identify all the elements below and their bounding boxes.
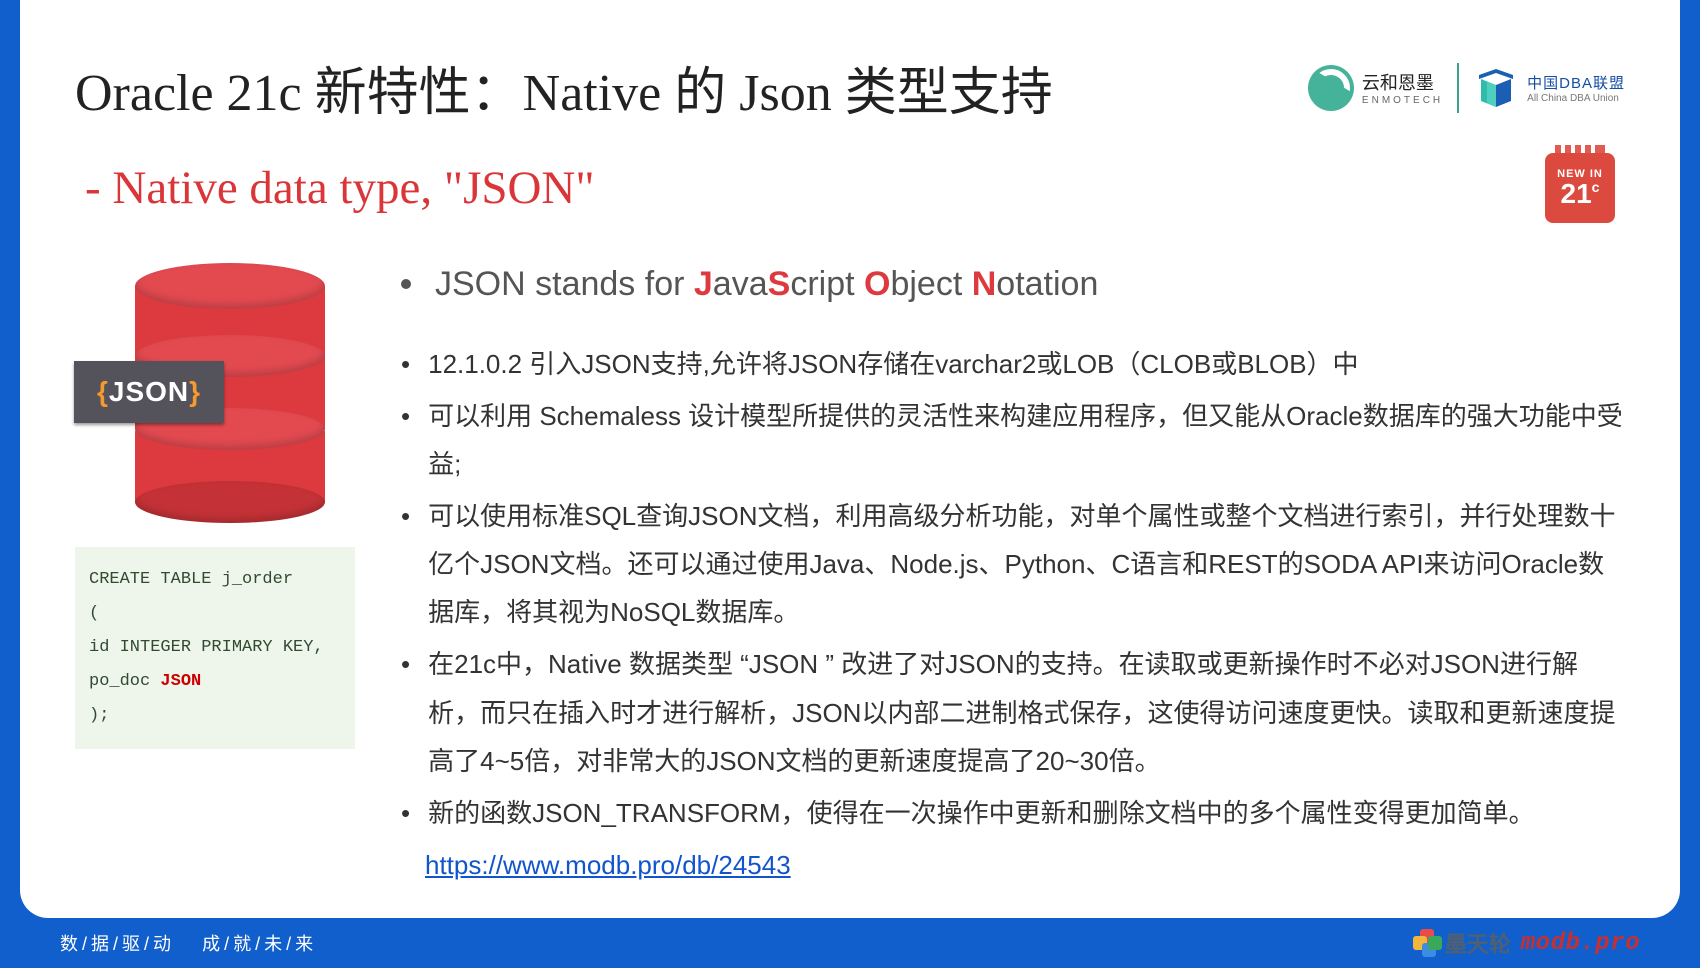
enmotech-icon bbox=[1308, 65, 1354, 111]
modb-url: modb.pro bbox=[1521, 930, 1640, 957]
code-line-4: po_doc JSON bbox=[89, 665, 341, 699]
bullet-item: 12.1.0.2 引入JSON支持,允许将JSON存储在varchar2或LOB… bbox=[395, 340, 1625, 388]
left-column: {JSON} CREATE TABLE j_order ( id INTEGER… bbox=[75, 253, 355, 889]
logo-separator bbox=[1457, 63, 1459, 113]
footer-slogan: 数/据/驱/动 成/就/未/来 bbox=[60, 930, 314, 956]
badge-version: 21c bbox=[1561, 180, 1600, 208]
reference-link[interactable]: https://www.modb.pro/db/24543 bbox=[425, 850, 791, 880]
code-line-5: ); bbox=[89, 699, 341, 733]
enmotech-en: ENMOTECH bbox=[1362, 95, 1443, 106]
motianlun-text: 墨天轮 bbox=[1445, 927, 1511, 959]
motianlun-logo: 墨天轮 bbox=[1413, 927, 1511, 959]
code-line-2: ( bbox=[89, 597, 341, 631]
slide-title: Oracle 21c 新特性：Native 的 Json 类型支持 bbox=[75, 50, 1053, 125]
bullet-item: 在21c中，Native 数据类型 “JSON ” 改进了对JSON的支持。在读… bbox=[395, 640, 1625, 784]
code-line-1: CREATE TABLE j_order bbox=[89, 563, 341, 597]
bullet-item: 新的函数JSON_TRANSFORM，使得在一次操作中更新和删除文档中的多个属性… bbox=[395, 789, 1625, 837]
dba-union-icon bbox=[1473, 65, 1519, 111]
lead-bullet: JSON stands for JavaScript Object Notati… bbox=[395, 253, 1625, 316]
slide: Oracle 21c 新特性：Native 的 Json 类型支持 云和恩墨 E… bbox=[20, 0, 1680, 918]
footer-brand: 墨天轮 modb.pro bbox=[1413, 927, 1640, 959]
subtitle-row: - Native data type, "JSON" NEW IN 21c bbox=[75, 153, 1625, 223]
enmotech-logo: 云和恩墨 ENMOTECH bbox=[1308, 65, 1443, 111]
slide-subtitle: - Native data type, "JSON" bbox=[85, 161, 595, 215]
dba-union-text: 中国DBA联盟 All China DBA Union bbox=[1527, 72, 1625, 104]
footer: 数/据/驱/动 成/就/未/来 墨天轮 modb.pro bbox=[0, 918, 1700, 968]
enmotech-text: 云和恩墨 ENMOTECH bbox=[1362, 69, 1443, 106]
right-column: JSON stands for JavaScript Object Notati… bbox=[395, 253, 1625, 889]
code-line-3: id INTEGER PRIMARY KEY, bbox=[89, 631, 341, 665]
motianlun-icon bbox=[1413, 929, 1441, 957]
new-in-21c-badge: NEW IN 21c bbox=[1545, 153, 1615, 223]
dba-cn: 中国DBA联盟 bbox=[1527, 72, 1625, 93]
bullet-item: 可以利用 Schemaless 设计模型所提供的灵活性来构建应用程序，但又能从O… bbox=[395, 392, 1625, 488]
bullet-dot-icon bbox=[401, 279, 411, 289]
json-acronym: JSON stands for JavaScript Object Notati… bbox=[435, 253, 1098, 316]
body: {JSON} CREATE TABLE j_order ( id INTEGER… bbox=[75, 253, 1625, 889]
json-tag: {JSON} bbox=[74, 361, 224, 423]
dba-en: All China DBA Union bbox=[1527, 93, 1625, 104]
logo-group: 云和恩墨 ENMOTECH 中国DBA联盟 All China DBA Unio… bbox=[1308, 63, 1625, 113]
title-row: Oracle 21c 新特性：Native 的 Json 类型支持 云和恩墨 E… bbox=[75, 50, 1625, 125]
dba-union-logo: 中国DBA联盟 All China DBA Union bbox=[1473, 65, 1625, 111]
enmotech-cn: 云和恩墨 bbox=[1362, 69, 1443, 95]
bullet-item: 可以使用标准SQL查询JSON文档，利用高级分析功能，对单个属性或整个文档进行索… bbox=[395, 492, 1625, 636]
code-example: CREATE TABLE j_order ( id INTEGER PRIMAR… bbox=[75, 547, 355, 749]
bullet-list: 12.1.0.2 引入JSON支持,允许将JSON存储在varchar2或LOB… bbox=[395, 340, 1625, 837]
json-database-icon: {JSON} bbox=[100, 253, 330, 523]
